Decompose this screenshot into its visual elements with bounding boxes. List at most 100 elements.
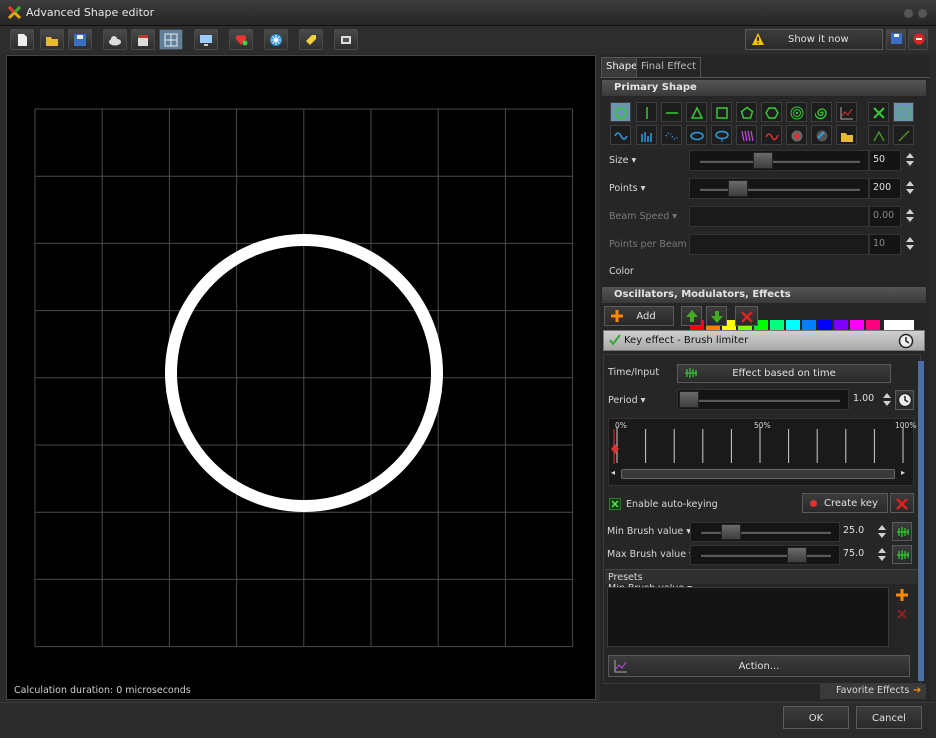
auto-keying-label: Enable auto-keying — [626, 499, 718, 510]
period-slider-thumb[interactable] — [679, 391, 699, 408]
shape-load-button[interactable] — [836, 125, 857, 145]
shape-rain-button[interactable] — [736, 125, 757, 145]
max-brush-spinner[interactable] — [876, 546, 888, 566]
timeline-scrollbar[interactable] — [621, 469, 895, 479]
save-exit-button[interactable] — [886, 29, 906, 50]
circle-icon — [615, 107, 627, 119]
max-brush-slider[interactable] — [690, 545, 840, 565]
delete-key-button[interactable] — [890, 493, 914, 513]
stop-button[interactable] — [908, 29, 928, 50]
period-label[interactable]: Period ▾ — [608, 395, 645, 406]
action-button[interactable]: Action... — [608, 655, 910, 677]
shape-circle-button[interactable] — [610, 102, 631, 122]
shape-globe-blue-button[interactable] — [811, 125, 832, 145]
create-key-button[interactable]: Create key — [802, 493, 888, 513]
min-brush-value-label[interactable]: Min Brush value ▾ — [607, 526, 691, 537]
fit-bounds-button[interactable] — [893, 102, 914, 122]
points-value-field[interactable]: 200 — [869, 178, 901, 199]
period-sync-button[interactable] — [895, 390, 914, 410]
move-down-button[interactable] — [706, 306, 727, 326]
auto-keying-checkbox[interactable] — [609, 498, 621, 510]
shape-concentric-button[interactable] — [786, 102, 807, 122]
close-window-button[interactable] — [918, 9, 927, 18]
save-button[interactable] — [68, 29, 92, 50]
show-it-now-button[interactable]: Show it now — [745, 29, 883, 50]
cancel-button[interactable]: Cancel — [856, 706, 922, 729]
delete-preset-icon[interactable] — [896, 608, 908, 623]
delete-effect-button[interactable] — [735, 306, 758, 326]
shape-bars-button[interactable] — [636, 125, 657, 145]
tag-button[interactable] — [299, 29, 323, 50]
tab-final-effect[interactable]: Final Effect — [636, 57, 702, 77]
minimize-button[interactable] — [904, 9, 913, 18]
keyframe-timeline[interactable]: 0% 50% 100% ◂ ▸ — [608, 418, 916, 486]
effect-scrollbar[interactable] — [918, 361, 924, 681]
cloud-button[interactable] — [103, 29, 127, 50]
floppy-icon — [891, 33, 902, 44]
beam-speed-value: 0.00 — [873, 210, 895, 221]
flip-x-button[interactable] — [868, 102, 889, 122]
max-brush-thumb[interactable] — [787, 547, 807, 563]
shape-dots-button[interactable] — [661, 125, 682, 145]
size-slider-thumb[interactable] — [753, 152, 774, 169]
min-brush-spinner[interactable] — [876, 523, 888, 543]
size-spinner[interactable] — [904, 151, 916, 171]
scroll-left-icon[interactable]: ◂ — [611, 468, 615, 477]
shape-globe-red-button[interactable] — [786, 125, 807, 145]
scroll-right-icon[interactable]: ▸ — [901, 468, 905, 477]
new-button[interactable] — [10, 29, 34, 50]
move-up-button[interactable] — [681, 306, 702, 326]
max-brush-label[interactable]: Max Brush value ▾ — [607, 549, 694, 560]
max-brush-oscillator-button[interactable] — [892, 545, 912, 564]
shape-bubble-button[interactable] — [711, 125, 732, 145]
shape-hexagon-button[interactable] — [761, 102, 782, 122]
size-value-field[interactable]: 50 — [869, 150, 901, 171]
add-effect-button[interactable]: Add — [604, 306, 674, 326]
shape-wave-button[interactable] — [610, 125, 631, 145]
favorite-effects-bar[interactable]: Favorite Effects ➜ — [820, 684, 926, 699]
dotted-wave-icon — [665, 132, 679, 140]
snowflake-button[interactable] — [264, 29, 288, 50]
clock-icon[interactable] — [898, 333, 914, 352]
points-slider-thumb[interactable] — [728, 180, 748, 197]
shape-square-button[interactable] — [711, 102, 732, 122]
size-label[interactable]: Size ▾ — [609, 155, 636, 166]
presets-list[interactable] — [607, 587, 889, 647]
film-button[interactable] — [334, 29, 358, 50]
shape-sine-button[interactable] — [761, 125, 782, 145]
monitor-button[interactable] — [194, 29, 218, 50]
min-brush-oscillator-button[interactable] — [892, 522, 912, 541]
curve-button[interactable] — [868, 125, 889, 145]
shape-vertical-line-button[interactable] — [636, 102, 657, 122]
shape-pentagon-button[interactable] — [736, 102, 757, 122]
size-slider[interactable] — [689, 150, 869, 171]
diagonal-line-button[interactable] — [893, 125, 914, 145]
presets-label: Presets — [608, 572, 643, 583]
shape-spiral-button[interactable] — [811, 102, 832, 122]
points-slider[interactable] — [689, 178, 869, 199]
points-label[interactable]: Points ▾ — [609, 183, 645, 194]
shape-chart-button[interactable] — [836, 102, 857, 122]
shape-horizontal-line-button[interactable] — [661, 102, 682, 122]
period-spinner[interactable] — [881, 391, 893, 411]
clapperboard-icon — [138, 35, 148, 46]
arrow-right-icon: ➜ — [913, 685, 922, 696]
points-per-beam-value: 10 — [873, 238, 886, 249]
effect-based-on-time-button[interactable]: Effect based on time — [677, 364, 891, 383]
shape-triangle-button[interactable] — [686, 102, 707, 122]
effect-list-item-brush-limiter[interactable]: Key effect - Brush limiter — [603, 330, 925, 351]
favorite-button[interactable] — [229, 29, 253, 50]
add-preset-icon[interactable] — [895, 588, 909, 605]
points-spinner[interactable] — [904, 179, 916, 199]
period-slider[interactable] — [677, 389, 849, 410]
min-brush-slider[interactable] — [690, 522, 840, 542]
open-button[interactable] — [40, 29, 64, 50]
heart-icon — [235, 35, 248, 46]
clapper-button[interactable] — [131, 29, 155, 50]
grid-button[interactable] — [159, 29, 183, 50]
square-icon — [716, 107, 728, 119]
min-brush-thumb[interactable] — [721, 524, 741, 540]
shape-preview-canvas[interactable] — [6, 55, 596, 700]
ok-button[interactable]: OK — [783, 706, 849, 729]
shape-ellipse-button[interactable] — [686, 125, 707, 145]
